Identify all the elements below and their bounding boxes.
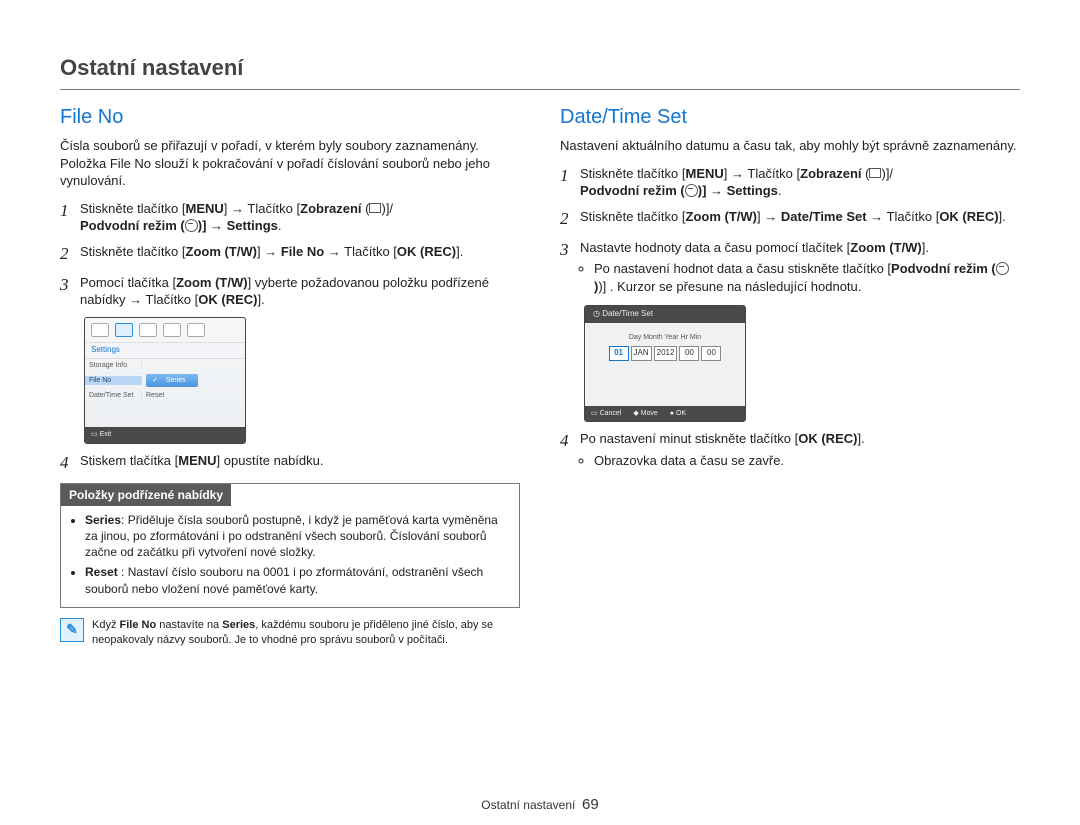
menu-category: Settings: [85, 343, 245, 359]
chapter-title: Ostatní nastavení: [60, 55, 1020, 81]
step-2: 2 Stiskněte tlačítko [Zoom (T/W)] → File…: [60, 243, 520, 266]
screenshot-footer: ▭ Exit: [85, 427, 245, 442]
page-footer: Ostatní nastavení 69: [0, 796, 1080, 813]
tab-icon: [187, 323, 205, 337]
date-fields: 01 JAN 2012 00 00: [593, 346, 737, 361]
step-text: Nastavte hodnoty data a času pomocí tlač…: [580, 239, 1020, 298]
step-number: 1: [560, 165, 580, 188]
screenshot-file-no-menu: Settings Storage Info File No ✓ Series D…: [84, 317, 246, 444]
step-number: 4: [560, 430, 580, 453]
step-number: 3: [60, 274, 80, 297]
screenshot-body: Day Month Year Hr Min 01 JAN 2012 00 00: [585, 323, 745, 361]
submenu-item-series: Series: Přiděluje čísla souborů postupně…: [85, 512, 509, 561]
step-2: 2 Stiskněte tlačítko [Zoom (T/W)] → Date…: [560, 208, 1020, 231]
submenu-items-box: Položky podřízené nabídky Series: Přiděl…: [60, 483, 520, 608]
underwater-icon: [996, 262, 1009, 275]
tab-icon: [139, 323, 157, 337]
step-text: Stiskem tlačítka [MENU] opustíte nabídku…: [80, 452, 520, 470]
submenu-items-list: Series: Přiděluje čísla souborů postupně…: [85, 512, 509, 597]
menu-row: Storage Info: [85, 359, 245, 374]
field-day: 01: [609, 346, 629, 361]
step-number: 3: [560, 239, 580, 262]
substeps: Po nastavení hodnot data a času stisknět…: [580, 260, 1020, 295]
display-icon: [369, 203, 381, 213]
step-text: Stiskněte tlačítko [MENU] → Tlačítko [Zo…: [80, 200, 520, 235]
step-number: 4: [60, 452, 80, 475]
intro-file-no: Čísla souborů se přiřazují v pořadí, v k…: [60, 137, 520, 190]
page-number: 69: [582, 796, 599, 813]
substep: Po nastavení hodnot data a času stisknět…: [594, 260, 1020, 295]
field-labels: Day Month Year Hr Min: [593, 333, 737, 342]
info-icon: ✎: [60, 618, 84, 642]
field-hour: 00: [679, 346, 699, 361]
footer-move: ◆ Move: [633, 409, 657, 418]
tip-text: Když File No nastavíte na Series, každém…: [92, 618, 520, 648]
tip-note: ✎ Když File No nastavíte na Series, každ…: [60, 618, 520, 648]
screenshot-title: ◷ Date/Time Set: [585, 306, 745, 323]
menu-row: Date/Time Set Reset: [85, 389, 245, 404]
step-1: 1 Stiskněte tlačítko [MENU] → Tlačítko […: [60, 200, 520, 235]
menu-exit-label: ▭ Exit: [91, 431, 111, 438]
step-4: 4 Stiskem tlačítka [MENU] opustíte nabíd…: [60, 452, 520, 475]
steps-file-no: 1 Stiskněte tlačítko [MENU] → Tlačítko […: [60, 200, 520, 309]
step-3: 3 Pomocí tlačítka [Zoom (T/W)] vyberte p…: [60, 274, 520, 309]
step-4: 4 Po nastavení minut stiskněte tlačítko …: [560, 430, 1020, 471]
col-date-time: Date/Time Set Nastavení aktuálního datum…: [560, 104, 1020, 648]
col-file-no: File No Čísla souborů se přiřazují v poř…: [60, 104, 520, 648]
tab-icon-active: [115, 323, 133, 337]
tab-strip: [85, 318, 245, 343]
columns: File No Čísla souborů se přiřazují v poř…: [60, 104, 1020, 648]
substeps: Obrazovka data a času se zavře.: [580, 452, 1020, 470]
divider: [60, 89, 1020, 90]
steps-date-time-cont: 4 Po nastavení minut stiskněte tlačítko …: [560, 430, 1020, 471]
step-text: Pomocí tlačítka [Zoom (T/W)] vyberte pož…: [80, 274, 520, 309]
substep: Obrazovka data a času se zavře.: [594, 452, 1020, 470]
menu-row-selected: File No ✓ Series: [85, 374, 245, 389]
submenu-items-header: Položky podřízené nabídky: [61, 484, 231, 506]
footer-label: Ostatní nastavení: [481, 798, 575, 812]
step-text: Po nastavení minut stiskněte tlačítko [O…: [580, 430, 1020, 471]
step-text: Stiskněte tlačítko [MENU] → Tlačítko [Zo…: [580, 165, 1020, 200]
heading-file-no: File No: [60, 104, 520, 131]
screenshot-date-time: ◷ Date/Time Set Day Month Year Hr Min 01…: [584, 305, 746, 422]
step-text: Stiskněte tlačítko [Zoom (T/W)] → File N…: [80, 243, 520, 261]
underwater-icon: [685, 184, 698, 197]
submenu-item-reset: Reset : Nastaví číslo souboru na 0001 i …: [85, 564, 509, 596]
steps-date-time: 1 Stiskněte tlačítko [MENU] → Tlačítko […: [560, 165, 1020, 298]
field-min: 00: [701, 346, 721, 361]
step-number: 2: [560, 208, 580, 231]
tab-icon: [163, 323, 181, 337]
step-3: 3 Nastavte hodnoty data a času pomocí tl…: [560, 239, 1020, 298]
heading-date-time: Date/Time Set: [560, 104, 1020, 131]
manual-page: Ostatní nastavení File No Čísla souborů …: [0, 0, 1080, 825]
step-1: 1 Stiskněte tlačítko [MENU] → Tlačítko […: [560, 165, 1020, 200]
underwater-icon: [185, 219, 198, 232]
step-number: 1: [60, 200, 80, 223]
steps-file-no-cont: 4 Stiskem tlačítka [MENU] opustíte nabíd…: [60, 452, 520, 475]
step-number: 2: [60, 243, 80, 266]
intro-date-time: Nastavení aktuálního datumu a času tak, …: [560, 137, 1020, 155]
footer-cancel: ▭ Cancel: [591, 409, 621, 418]
step-text: Stiskněte tlačítko [Zoom (T/W)] → Date/T…: [580, 208, 1020, 226]
tab-icon: [91, 323, 109, 337]
field-month: JAN: [631, 346, 652, 361]
footer-ok: ● OK: [670, 409, 686, 418]
display-icon: [869, 168, 881, 178]
screenshot-footer: ▭ Cancel ◆ Move ● OK: [585, 406, 745, 421]
field-year: 2012: [654, 346, 678, 361]
